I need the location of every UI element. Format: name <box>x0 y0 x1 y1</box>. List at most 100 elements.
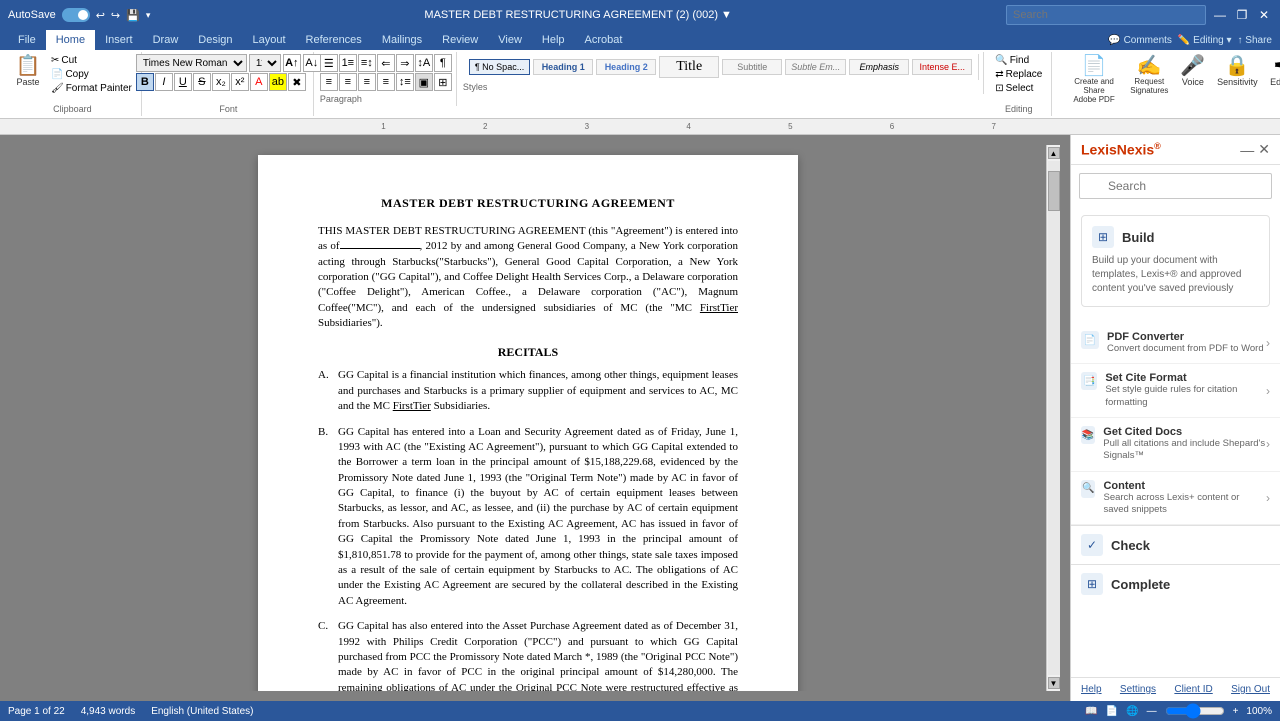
tab-review[interactable]: Review <box>432 30 488 50</box>
share-btn[interactable]: ↑ Share <box>1238 35 1272 46</box>
panel-search-section: 🔍 <box>1079 173 1272 199</box>
scroll-down-button[interactable]: ▼ <box>1048 677 1060 689</box>
ribbon: File Home Insert Draw Design Layout Refe… <box>0 30 1280 119</box>
title-search-input[interactable] <box>1006 5 1206 25</box>
find-button[interactable]: 🔍 Find <box>992 54 1045 67</box>
tab-layout[interactable]: Layout <box>243 30 296 50</box>
restore-button[interactable]: ❐ <box>1234 7 1250 23</box>
show-marks-button[interactable]: ¶ <box>434 54 452 72</box>
document-area[interactable]: MASTER DEBT RESTRUCTURING AGREEMENT THIS… <box>0 135 1070 701</box>
style-heading2[interactable]: Heading 2 <box>596 59 656 75</box>
highlight-button[interactable]: ab <box>269 73 287 91</box>
editor-icon: ✒ <box>1273 56 1280 76</box>
panel-search-input[interactable] <box>1079 173 1272 199</box>
feature-cited-docs[interactable]: 📚 Get Cited Docs Pull all citations and … <box>1071 418 1280 472</box>
strikethrough-button[interactable]: S <box>193 73 211 91</box>
help-link[interactable]: Help <box>1081 684 1102 695</box>
underline-button[interactable]: U <box>174 73 192 91</box>
increase-indent-button[interactable]: ⇒ <box>396 54 414 72</box>
tab-acrobat[interactable]: Acrobat <box>575 30 633 50</box>
tab-view[interactable]: View <box>488 30 532 50</box>
sensitivity-button[interactable]: 🔒 Sensitivity <box>1217 54 1258 89</box>
decrease-indent-button[interactable]: ⇐ <box>377 54 395 72</box>
panel-minimize-button[interactable]: — <box>1240 141 1254 158</box>
tab-file[interactable]: File <box>8 30 46 50</box>
undo-icon[interactable]: ↩ <box>96 9 105 22</box>
style-subtle-em[interactable]: Subtle Em... <box>785 59 846 75</box>
zoom-slider[interactable] <box>1165 707 1225 715</box>
cut-button[interactable]: ✂ Cut <box>48 54 135 67</box>
view-web-button[interactable]: 🌐 <box>1126 706 1138 717</box>
request-signatures-button[interactable]: ✍ RequestSignatures <box>1130 54 1169 97</box>
align-right-button[interactable]: ≡ <box>358 73 376 91</box>
bold-button[interactable]: B <box>136 73 154 91</box>
style-emphasis[interactable]: Emphasis <box>849 59 909 75</box>
tab-insert[interactable]: Insert <box>95 30 143 50</box>
font-color-button[interactable]: A <box>250 73 268 91</box>
replace-button[interactable]: ⇄ Replace <box>992 68 1045 81</box>
multilevel-button[interactable]: ≡↕ <box>358 54 376 72</box>
scroll-up-button[interactable]: ▲ <box>1048 147 1060 159</box>
doc-scrollbar[interactable]: ▲ ▼ <box>1046 145 1060 691</box>
superscript-button[interactable]: x² <box>231 73 249 91</box>
minimize-button[interactable]: — <box>1212 7 1228 23</box>
editing-group: 🔍 Find ⇄ Replace ⊡ Select Editing <box>986 52 1052 116</box>
justify-button[interactable]: ≡ <box>377 73 395 91</box>
align-left-button[interactable]: ≡ <box>320 73 338 91</box>
format-painter-button[interactable]: 🖌 Format Painter <box>48 82 135 95</box>
italic-button[interactable]: I <box>155 73 173 91</box>
grow-font-button[interactable]: A↑ <box>283 54 301 72</box>
build-title: Build <box>1122 230 1155 245</box>
select-button[interactable]: ⊡ Select <box>992 82 1045 95</box>
feature-content[interactable]: 🔍 Content Search across Lexis+ content o… <box>1071 472 1280 526</box>
borders-button[interactable]: ⊞ <box>434 73 452 91</box>
panel-close-button[interactable]: ✕ <box>1258 141 1270 158</box>
tab-help[interactable]: Help <box>532 30 575 50</box>
sign-out-link[interactable]: Sign Out <box>1231 684 1270 695</box>
view-layout-button[interactable]: 📄 <box>1106 706 1118 717</box>
save-icon[interactable]: 💾 <box>126 9 140 22</box>
style-heading1[interactable]: Heading 1 <box>533 59 593 75</box>
feature-pdf-converter[interactable]: 📄 PDF Converter Convert document from PD… <box>1071 323 1280 364</box>
style-intense-e[interactable]: Intense E... <box>912 59 972 75</box>
tab-design[interactable]: Design <box>188 30 242 50</box>
editor-button[interactable]: ✒ Editor <box>1264 54 1280 89</box>
editing-btn[interactable]: ✏️ Editing ▾ <box>1178 35 1232 46</box>
create-pdf-button[interactable]: 📄 Create and ShareAdobe PDF <box>1064 54 1123 106</box>
close-button[interactable]: ✕ <box>1256 7 1272 23</box>
shading-button[interactable]: ▣ <box>415 73 433 91</box>
scroll-thumb[interactable] <box>1048 171 1060 211</box>
style-subtitle[interactable]: Subtitle <box>722 59 782 75</box>
client-id-link[interactable]: Client ID <box>1174 684 1212 695</box>
feature-cite-format[interactable]: 📑 Set Cite Format Set style guide rules … <box>1071 364 1280 418</box>
line-spacing-button[interactable]: ↕≡ <box>396 73 414 91</box>
zoom-in-button[interactable]: + <box>1233 706 1239 717</box>
clear-format-button[interactable]: ✖ <box>288 73 306 91</box>
bullets-button[interactable]: ☰ <box>320 54 338 72</box>
settings-link[interactable]: Settings <box>1120 684 1156 695</box>
style-no-spacing[interactable]: ¶ No Spac... <box>469 59 530 75</box>
complete-header: ⊞ Complete <box>1081 573 1270 595</box>
tab-references[interactable]: References <box>296 30 372 50</box>
font-family-select[interactable]: Times New Roman <box>136 54 247 72</box>
align-center-button[interactable]: ≡ <box>339 73 357 91</box>
dictate-button[interactable]: 🎤 Voice <box>1175 54 1211 89</box>
comments-btn[interactable]: 💬 Comments <box>1108 35 1172 46</box>
scroll-track[interactable] <box>1048 161 1060 675</box>
numbering-button[interactable]: 1≡ <box>339 54 357 72</box>
tab-mailings[interactable]: Mailings <box>372 30 432 50</box>
tab-draw[interactable]: Draw <box>143 30 189 50</box>
font-size-select[interactable]: 11 <box>249 54 281 72</box>
redo-icon[interactable]: ↪ <box>111 9 120 22</box>
autosave-toggle[interactable] <box>62 8 90 22</box>
paste-button[interactable]: 📋 Paste <box>10 54 46 89</box>
sort-button[interactable]: ↕A <box>415 54 433 72</box>
copy-button[interactable]: 📄 Copy <box>48 68 135 81</box>
subscript-button[interactable]: x₂ <box>212 73 230 91</box>
tab-home[interactable]: Home <box>46 30 95 50</box>
style-title[interactable]: Title <box>659 56 719 78</box>
shrink-font-button[interactable]: A↓ <box>303 54 321 72</box>
list-item-c: C. GG Capital has also entered into the … <box>318 619 738 691</box>
view-read-button[interactable]: 📖 <box>1085 706 1097 717</box>
zoom-out-button[interactable]: — <box>1147 706 1157 717</box>
